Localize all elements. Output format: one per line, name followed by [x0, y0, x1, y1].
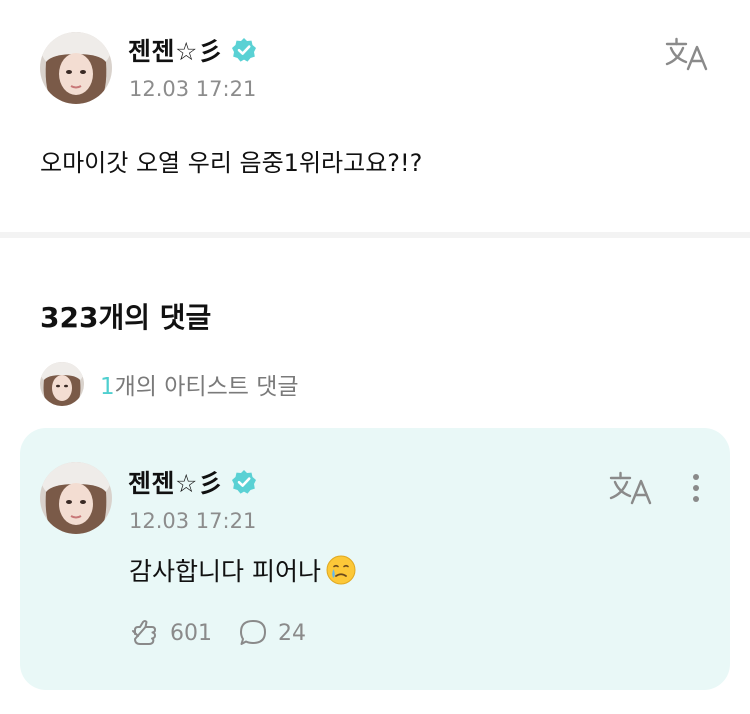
- post-body: 오마이갓 오열 우리 음중1위라고요?!?: [40, 149, 423, 177]
- more-dot: [693, 496, 699, 502]
- translate-icon[interactable]: [608, 470, 654, 506]
- artist-avatar: [40, 362, 84, 406]
- author-name[interactable]: 젠젠☆彡: [128, 32, 223, 68]
- more-dot: [693, 474, 699, 480]
- speech-bubble-icon: [240, 620, 266, 645]
- comment-actions: 601 24: [130, 618, 332, 648]
- like-count: 601: [170, 620, 212, 646]
- artist-comment-card: 젠젠☆彡 12.03 17:21 감사합니다 피어나 601 24: [20, 428, 730, 690]
- author-avatar[interactable]: [40, 32, 112, 104]
- crying-face-emoji-icon: [326, 555, 356, 585]
- reply-button[interactable]: 24: [238, 618, 306, 648]
- comments-count-heading: 323개의 댓글: [40, 301, 212, 334]
- reply-count: 24: [278, 620, 306, 646]
- section-divider: [0, 232, 750, 238]
- post: 젠젠☆彡 12.03 17:21 오마이갓 오열 우리 음중1위라고요?!?: [0, 0, 750, 232]
- verified-badge-icon: [232, 38, 257, 62]
- heart-hands-icon: [132, 620, 156, 645]
- artist-comments-label: 1개의 아티스트 댓글: [100, 367, 299, 401]
- artist-comments-text: 개의 아티스트 댓글: [114, 374, 299, 400]
- artist-comments-filter[interactable]: 1개의 아티스트 댓글: [40, 362, 299, 406]
- like-button[interactable]: 601: [130, 618, 212, 648]
- artist-comments-count: 1: [100, 374, 115, 400]
- translate-icon[interactable]: [664, 36, 710, 72]
- comment-timestamp: 12.03 17:21: [129, 509, 257, 533]
- comment-body: 감사합니다 피어나: [129, 552, 357, 588]
- verified-badge-icon: [232, 470, 257, 494]
- comment-author-info: 젠젠☆彡: [128, 464, 257, 500]
- comment-author-name[interactable]: 젠젠☆彡: [128, 464, 223, 500]
- comment-author-avatar[interactable]: [40, 462, 112, 534]
- more-options-icon[interactable]: [684, 470, 708, 506]
- more-dot: [693, 485, 699, 491]
- comment-text: 감사합니다 피어나: [129, 557, 321, 586]
- author-info: 젠젠☆彡: [128, 32, 257, 68]
- post-timestamp: 12.03 17:21: [129, 77, 257, 101]
